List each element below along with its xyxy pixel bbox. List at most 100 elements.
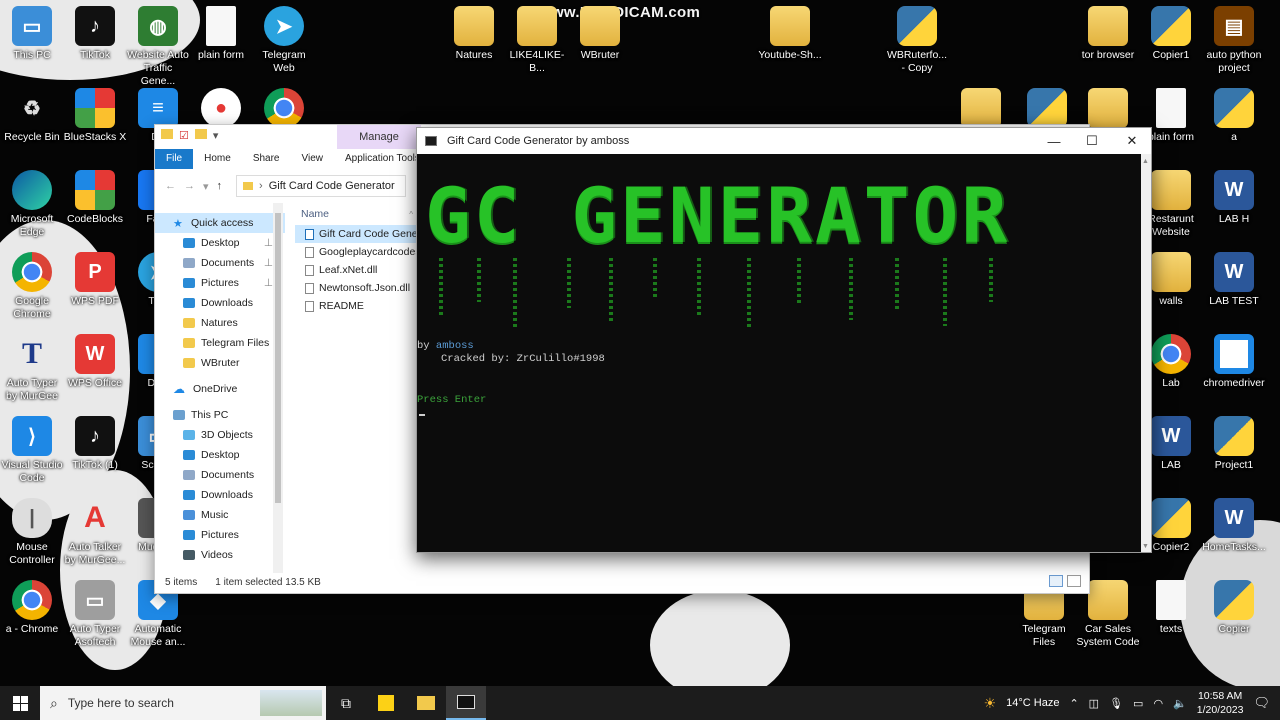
scroll-down-icon[interactable]: ▼ bbox=[1142, 543, 1149, 550]
nav-scrollbar[interactable] bbox=[273, 203, 283, 573]
desktop-icon-auto-talker[interactable]: A Auto Talker by MurGee... bbox=[63, 498, 127, 567]
console-output[interactable]: GC GENERATOR by amboss Cracked by: ZrCul… bbox=[417, 154, 1143, 552]
minimize-button[interactable]: — bbox=[1035, 128, 1073, 154]
desktop-icon-tor-browser[interactable]: tor browser bbox=[1076, 6, 1140, 62]
address-bar[interactable]: › Gift Card Code Generator bbox=[236, 175, 407, 197]
recent-dropdown-icon[interactable]: ▾ bbox=[203, 180, 209, 193]
maximize-button[interactable]: ☐ bbox=[1073, 128, 1111, 154]
desktop-icon-project1[interactable]: Project1 bbox=[1202, 416, 1266, 472]
nav-videos[interactable]: Videos bbox=[155, 545, 285, 565]
desktop-icon-youtube-sh[interactable]: Youtube-Sh... bbox=[758, 6, 822, 62]
nav-telegram-files[interactable]: Telegram Files bbox=[155, 333, 285, 353]
nav-pictures[interactable]: Pictures ⊥ bbox=[155, 273, 285, 293]
desktop-icon-this-pc[interactable]: ▭ This PC bbox=[0, 6, 64, 62]
taskbar-file-explorer[interactable] bbox=[406, 686, 446, 720]
desktop-icon-auto-python-project[interactable]: ▤ auto python project bbox=[1202, 6, 1266, 75]
microphone-icon[interactable]: 🎙 bbox=[1109, 697, 1123, 710]
dropdown-icon[interactable]: ▾ bbox=[213, 129, 219, 142]
checkbox-icon[interactable]: ☑ bbox=[179, 129, 189, 142]
weather-text[interactable]: 14°C Haze bbox=[1006, 697, 1059, 709]
desktop-icon-copier1[interactable]: Copier1 bbox=[1139, 6, 1203, 62]
desktop-icon-like4like[interactable]: LIKE4LIKE-B... bbox=[505, 6, 569, 75]
desktop-icon-tiktok-1[interactable]: ♪ TikTok (1) bbox=[63, 416, 127, 472]
start-button[interactable] bbox=[0, 686, 40, 720]
nav-desktop[interactable]: Desktop ⊥ bbox=[155, 233, 285, 253]
taskbar-sticky-notes[interactable] bbox=[366, 686, 406, 720]
column-header-name[interactable]: Name ^ bbox=[295, 203, 421, 225]
desktop-icon-texts[interactable]: texts bbox=[1139, 580, 1203, 636]
details-view-icon[interactable] bbox=[1049, 575, 1063, 587]
desktop-icon-recycle-bin[interactable]: ♻ Recycle Bin bbox=[0, 88, 64, 144]
desktop-icon-natures[interactable]: Natures bbox=[442, 6, 506, 62]
chevron-up-icon[interactable]: ⌃ bbox=[1069, 697, 1078, 710]
task-view-button[interactable]: ⧉ bbox=[326, 686, 366, 720]
console-window[interactable]: Gift Card Code Generator by amboss — ☐ ✕… bbox=[416, 127, 1152, 553]
desktop-icon-telegram-web[interactable]: ➤ Telegram Web bbox=[252, 6, 316, 75]
file-row[interactable]: Newtonsoft.Json.dll bbox=[295, 279, 421, 297]
wifi-icon[interactable]: ◠ bbox=[1153, 697, 1163, 710]
desktop-icon-wps-pdf[interactable]: P WPS PDF bbox=[63, 252, 127, 308]
up-arrow-icon[interactable]: ↑ bbox=[217, 180, 223, 192]
clock[interactable]: 10:58 AM 1/20/2023 bbox=[1197, 689, 1244, 717]
console-titlebar[interactable]: Gift Card Code Generator by amboss — ☐ ✕ bbox=[417, 128, 1151, 154]
nav-pc-documents[interactable]: Documents bbox=[155, 465, 285, 485]
tab-home[interactable]: Home bbox=[193, 149, 242, 169]
desktop-icon-vscode[interactable]: ⟩ Visual Studio Code bbox=[0, 416, 64, 485]
file-row[interactable]: Gift Card Code Genera bbox=[295, 225, 421, 243]
desktop-icon-a[interactable]: a bbox=[1202, 88, 1266, 144]
battery-icon[interactable]: ▭ bbox=[1133, 697, 1143, 710]
nav-documents[interactable]: Documents ⊥ bbox=[155, 253, 285, 273]
desktop-icon-wps-office[interactable]: W WPS Office bbox=[63, 334, 127, 390]
desktop-icon-google-chrome[interactable]: Google Chrome bbox=[0, 252, 64, 321]
desktop-icon-copier[interactable]: Copier bbox=[1202, 580, 1266, 636]
desktop-icon-website-auto-traffic[interactable]: ◍ Website Auto Traffic Gene... bbox=[126, 6, 190, 88]
nav-quick-access[interactable]: ★ Quick access bbox=[155, 213, 285, 233]
taskbar-search-box[interactable]: ⌕ Type here to search bbox=[40, 686, 326, 720]
tab-file[interactable]: File bbox=[155, 149, 194, 169]
nav-natures[interactable]: Natures bbox=[155, 313, 285, 333]
desktop-icon-bluestacks[interactable]: BlueStacks X bbox=[63, 88, 127, 144]
file-row[interactable]: README bbox=[295, 297, 421, 315]
nav-onedrive[interactable]: ☁ OneDrive bbox=[155, 379, 285, 399]
desktop-icon-a-chrome[interactable]: a - Chrome bbox=[0, 580, 64, 636]
desktop-icon-wbruterfo-copy[interactable]: WBRuterfo... - Copy bbox=[885, 6, 949, 75]
nav-this-pc[interactable]: This PC bbox=[155, 405, 285, 425]
desktop-icon-plain-form[interactable]: plain form bbox=[189, 6, 253, 62]
taskbar-console[interactable] bbox=[446, 686, 486, 720]
folder-icon[interactable] bbox=[161, 129, 173, 139]
network-icon[interactable]: ◫ bbox=[1089, 697, 1099, 710]
desktop-icon-lab-test[interactable]: W LAB TEST bbox=[1202, 252, 1266, 308]
nav-pc-pictures[interactable]: Pictures bbox=[155, 525, 285, 545]
nav-3d-objects[interactable]: 3D Objects bbox=[155, 425, 285, 445]
folder-icon[interactable] bbox=[194, 129, 207, 139]
forward-arrow-icon[interactable]: → bbox=[184, 180, 195, 192]
manage-tab[interactable]: Manage bbox=[337, 125, 421, 149]
scroll-up-icon[interactable]: ▲ bbox=[1142, 158, 1149, 165]
large-icons-view-icon[interactable] bbox=[1067, 575, 1081, 587]
close-button[interactable]: ✕ bbox=[1113, 128, 1151, 154]
desktop-icon-chromedriver[interactable]: chromedriver bbox=[1202, 334, 1266, 390]
back-arrow-icon[interactable]: ← bbox=[165, 180, 176, 192]
notifications-icon[interactable]: 🗨 bbox=[1253, 695, 1270, 711]
nav-music[interactable]: Music bbox=[155, 505, 285, 525]
nav-pc-desktop[interactable]: Desktop bbox=[155, 445, 285, 465]
console-scrollbar[interactable]: ▲ ▼ bbox=[1141, 154, 1151, 552]
nav-wbruter[interactable]: WBruter bbox=[155, 353, 285, 373]
desktop-icon-auto-typer-asoftech[interactable]: ▭ Auto Typer Asoftech bbox=[63, 580, 127, 649]
desktop-icon-mouse-controller[interactable]: | Mouse Controller bbox=[0, 498, 64, 567]
desktop-icon-tiktok[interactable]: ♪ TikTok bbox=[63, 6, 127, 62]
desktop-icon-edge[interactable]: Microsoft Edge bbox=[0, 170, 64, 239]
nav-pc-downloads[interactable]: Downloads bbox=[155, 485, 285, 505]
desktop-icon-lab-h[interactable]: W LAB H bbox=[1202, 170, 1266, 226]
desktop-icon-auto-typer-murgee[interactable]: T Auto Typer by MurGee bbox=[0, 334, 64, 403]
tab-share[interactable]: Share bbox=[242, 149, 291, 169]
file-row[interactable]: Googleplaycardcodes bbox=[295, 243, 421, 261]
desktop-icon-hometasks[interactable]: W HomeTasks... bbox=[1202, 498, 1266, 554]
volume-icon[interactable]: 🔈 bbox=[1173, 697, 1187, 710]
nav-downloads[interactable]: Downloads bbox=[155, 293, 285, 313]
desktop-icon-codeblocks[interactable]: CodeBlocks bbox=[63, 170, 127, 226]
tab-view[interactable]: View bbox=[291, 149, 335, 169]
file-row[interactable]: Leaf.xNet.dll bbox=[295, 261, 421, 279]
nav-scrollbar-thumb[interactable] bbox=[275, 213, 281, 503]
desktop-icon-wbruter[interactable]: WBruter bbox=[568, 6, 632, 62]
